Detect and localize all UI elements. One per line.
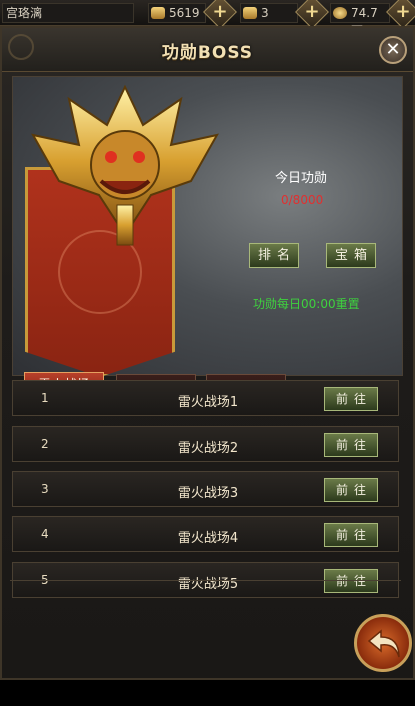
row-index: 4: [41, 527, 49, 541]
add-bound-ingot-button[interactable]: +: [295, 0, 329, 29]
dragon-head-icon: [31, 85, 219, 246]
today-merit-value: 0/8000: [281, 193, 324, 207]
boss-showcase: 今日功勋 0/8000 排名 宝箱 功勋每日00:00重置: [12, 76, 403, 377]
back-button[interactable]: [354, 614, 412, 672]
go-button[interactable]: 前往: [324, 433, 378, 457]
go-button[interactable]: 前往: [324, 387, 378, 411]
list-item: 3 雷火战场3 前往: [12, 471, 399, 507]
list-item: 2 雷火战场2 前往: [12, 426, 399, 462]
ingot-counter: 5619: [148, 3, 206, 23]
reset-note: 功勋每日00:00重置: [253, 297, 360, 311]
back-arrow-icon: [367, 629, 400, 658]
ingot-icon: [151, 7, 165, 19]
chest-button[interactable]: 宝箱: [326, 243, 376, 268]
row-name: 雷火战场2: [177, 441, 239, 456]
row-index: 3: [41, 482, 49, 496]
list-item: 1 雷火战场1 前往: [12, 380, 399, 416]
go-button[interactable]: 前往: [324, 478, 378, 502]
ingot-icon: [243, 7, 257, 19]
today-merit-label: 今日功勋: [275, 171, 328, 186]
rank-button[interactable]: 排名: [249, 243, 299, 268]
coin-counter: 74.7万: [330, 3, 390, 38]
bound-ingot-counter: 3: [240, 3, 298, 23]
player-name: 宫珞漓: [2, 3, 134, 23]
row-name: 雷火战场3: [177, 486, 239, 501]
row-index: 1: [41, 391, 49, 405]
list-item: 4 雷火战场4 前往: [12, 516, 399, 552]
row-index: 2: [41, 437, 49, 451]
page-title: 功勋BOSS: [161, 43, 254, 63]
coin-icon: [333, 7, 347, 19]
bottom-frame: [10, 580, 401, 646]
title-bar: 功勋BOSS ✕: [2, 28, 413, 72]
add-coin-button[interactable]: +: [386, 0, 415, 29]
row-name: 雷火战场4: [177, 531, 239, 546]
row-name: 雷火战场1: [177, 395, 239, 410]
close-button[interactable]: ✕: [379, 36, 407, 64]
resource-bar: 宫珞漓 5619 + 3 + 74.7万 +: [0, 0, 415, 38]
add-ingot-button[interactable]: +: [203, 0, 237, 29]
go-button[interactable]: 前往: [324, 523, 378, 547]
